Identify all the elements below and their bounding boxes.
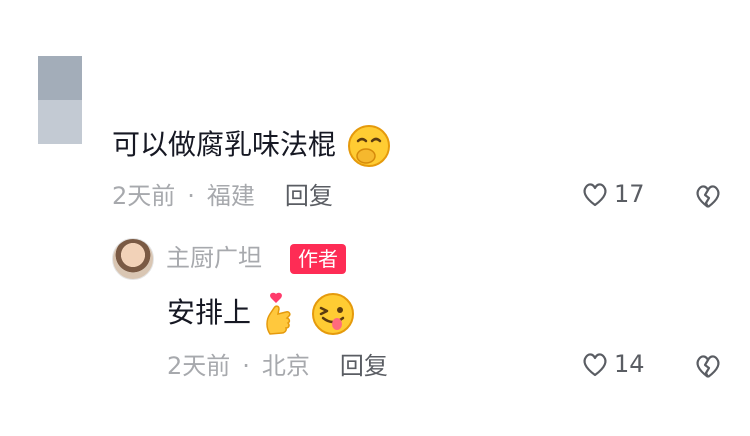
comment-like-button[interactable]: 17 (580, 179, 645, 209)
reply-body: 安排上 (167, 296, 252, 329)
comment-text: 可以做腐乳味法棍 (112, 122, 393, 170)
reply-text: 安排上 (167, 290, 357, 338)
avatar-bottom-half (38, 100, 82, 144)
winking-face-with-tongue-icon (311, 293, 354, 335)
reply-username[interactable]: 主厨广坦 (166, 242, 262, 274)
separator-dot: · (242, 352, 250, 380)
heart-outline-icon (583, 353, 607, 377)
commenter-avatar[interactable] (38, 56, 82, 144)
broken-heart-icon[interactable] (693, 351, 723, 381)
author-avatar[interactable] (112, 238, 154, 280)
comment-location: 福建 (206, 182, 255, 210)
comment-reply-button[interactable]: 回复 (285, 182, 333, 210)
reply-like-button[interactable]: 14 (580, 349, 645, 379)
reply-time: 2天前 (167, 352, 231, 380)
reply-reply-button[interactable]: 回复 (340, 352, 388, 380)
comment-like-count: 17 (614, 180, 645, 208)
reply-location: 北京 (261, 352, 310, 380)
reply-like-count: 14 (614, 350, 645, 378)
face-with-hand-over-mouth-icon (347, 125, 390, 167)
separator-dot: · (187, 182, 195, 210)
author-badge: 作者 (290, 244, 346, 274)
comment-time: 2天前 (112, 182, 176, 210)
reply-meta: 2天前 · 北京 回复 (167, 350, 388, 382)
heart-outline-icon (583, 183, 607, 207)
finger-heart-icon (266, 292, 291, 335)
avatar-top-half (38, 56, 82, 100)
comment-body: 可以做腐乳味法棍 (112, 128, 337, 161)
comment-meta: 2天前 · 福建 回复 (112, 180, 333, 212)
broken-heart-icon[interactable] (693, 181, 723, 211)
